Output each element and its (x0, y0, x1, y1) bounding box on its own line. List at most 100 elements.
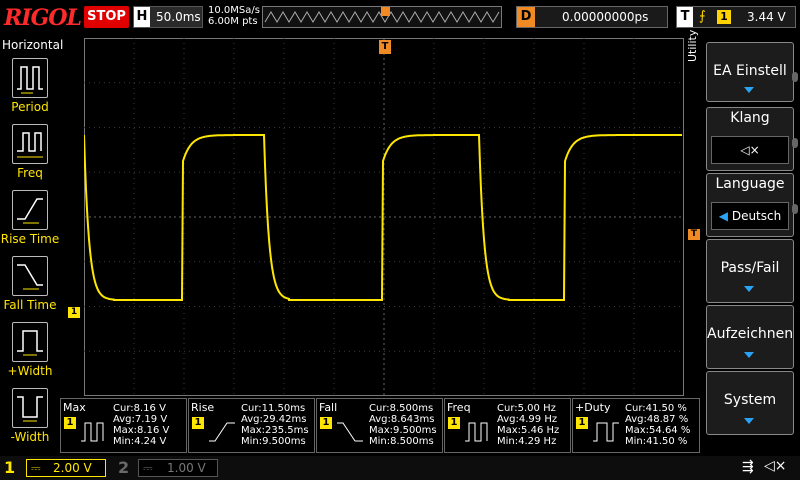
speaker-muted-icon: ◁× (764, 458, 787, 474)
system-button[interactable]: System (706, 371, 794, 435)
measurement-name: Freq (447, 401, 471, 414)
menu-side-label: Utility (686, 29, 699, 62)
measurement-values: Cur:11.50ms Avg:29.42ms Max:235.5ms Min:9.5… (241, 403, 309, 447)
dc-coupling-icon: ⎓ (31, 461, 41, 475)
measurement-max[interactable]: Max 1 Cur:8.16 V Avg:7.19 V Max:8.16 V Min:… (60, 398, 187, 453)
top-status-bar: RIGOL STOP H 50.0ms 10.0MSa/s 6.00M pts … (0, 0, 800, 36)
ch1-ground-marker[interactable]: 1 (68, 307, 80, 318)
timebase-value: 50.0ms (156, 10, 201, 24)
sample-rate: 10.0MSa/s (208, 5, 260, 16)
timebase-box[interactable]: H 50.0ms (133, 6, 203, 28)
softkey-indicator (792, 138, 798, 148)
pass-fail-button[interactable]: Pass/Fail (706, 239, 794, 303)
timebase-label: H (134, 7, 150, 27)
rise-time-icon (12, 190, 48, 230)
acquisition-info: 10.0MSa/s 6.00M pts (208, 5, 260, 27)
measurement-name: Rise (191, 401, 215, 414)
chevron-down-icon (744, 286, 754, 292)
rigol-logo: RIGOL (4, 5, 82, 31)
measure-label: Freq (17, 166, 43, 180)
menu-label: Aufzeichnen (707, 326, 794, 342)
softkey-indicator (792, 72, 798, 82)
channel-2-scale-box[interactable]: ⎓ 1.00 V (138, 459, 218, 477)
menu-label: EA Einstell (713, 63, 787, 79)
measurement-values: Cur:5.00 Hz Avg:4.99 Hz Max:5.46 Hz Min:4.2… (497, 403, 560, 447)
measurement-positive-duty[interactable]: +Duty 1 Cur:41.50 % Avg:48.87 % Max:54.64 … (572, 398, 700, 453)
channel-1-scale-box[interactable]: ⎓ 2.00 V (26, 459, 106, 477)
fall-time-icon (12, 256, 48, 296)
measure-period[interactable]: Period (0, 56, 60, 120)
chevron-down-icon (744, 352, 754, 358)
menu-label: Pass/Fail (720, 260, 780, 276)
delay-label: D (517, 7, 535, 27)
measurement-values: Cur:8.500ms Avg:8.643ms Max:9.500ms Min:8.5… (369, 403, 437, 447)
menu-label: System (723, 392, 777, 408)
frequency-icon (12, 124, 48, 164)
channel-1-number[interactable]: 1 (4, 458, 15, 477)
delay-box[interactable]: D 0.00000000ps (516, 6, 668, 28)
measure-label: Rise Time (0, 232, 60, 246)
measurement-name: +Duty (575, 401, 611, 414)
channel-2-number[interactable]: 2 (118, 458, 129, 477)
measurement-rise[interactable]: Rise 1 Cur:11.50ms Avg:29.42ms Max:235.5ms… (188, 398, 315, 453)
softkey-indicator (792, 204, 798, 214)
trigger-box[interactable]: T ⨍ 1 3.44 V (676, 6, 796, 28)
language-button[interactable]: Language ◀ Deutsch (706, 173, 794, 237)
chevron-left-icon: ◀ (718, 209, 728, 223)
klang-button[interactable]: Klang ◁× (706, 107, 794, 171)
menu-label: Language (715, 176, 785, 192)
measure-label: -Width (10, 430, 50, 444)
measurement-name: Max (63, 401, 86, 414)
measurement-channel: 1 (448, 417, 460, 429)
sidebar-title: Horizontal (2, 38, 64, 52)
waveform-display[interactable] (83, 38, 684, 396)
max-icon (81, 422, 104, 442)
menu-label: Klang (730, 110, 770, 126)
trigger-position-top-marker (381, 7, 390, 16)
delay-value: 0.00000000ps (562, 10, 649, 24)
trigger-channel: 1 (717, 10, 731, 24)
chevron-down-icon (744, 87, 754, 93)
trigger-position-marker[interactable]: T (379, 40, 391, 54)
ea-einstell-button[interactable]: EA Einstell (706, 42, 794, 102)
trigger-label: T (677, 7, 693, 27)
aufzeichnen-button[interactable]: Aufzeichnen (706, 305, 794, 369)
measure-fall-time[interactable]: Fall Time (0, 254, 60, 318)
measure-label: +Width (7, 364, 53, 378)
measurement-values: Cur:8.16 V Avg:7.19 V Max:8.16 V Min:4.24 V (113, 403, 170, 447)
measurement-channel: 1 (320, 417, 332, 429)
measure-negative-width[interactable]: -Width (0, 386, 60, 450)
measure-label: Fall Time (3, 298, 57, 312)
measurement-channel: 1 (576, 417, 588, 429)
speaker-muted-icon: ◁× (711, 136, 789, 164)
rise-time-icon (209, 422, 235, 442)
positive-width-icon (12, 322, 48, 362)
frequency-icon (465, 422, 488, 442)
channel-2-scale: 1.00 V (167, 461, 206, 475)
graticule (83, 38, 684, 396)
measure-sidebar: Horizontal Period Freq Rise Time Fall Ti… (0, 38, 64, 456)
measurement-frequency[interactable]: Freq 1 Cur:5.00 Hz Avg:4.99 Hz Max:5.46 Hz… (444, 398, 571, 453)
memory-depth: 6.00M pts (208, 16, 258, 27)
usb-icon: ⇶ (742, 459, 754, 475)
measure-label: Period (11, 100, 49, 114)
chevron-down-icon (744, 418, 754, 424)
measurement-name: Fall (319, 401, 338, 414)
fall-time-icon (337, 422, 363, 442)
measure-rise-time[interactable]: Rise Time (0, 188, 60, 252)
positive-duty-icon (593, 422, 619, 442)
measurement-channel: 1 (192, 417, 204, 429)
measurement-fall[interactable]: Fall 1 Cur:8.500ms Avg:8.643ms Max:9.500ms… (316, 398, 443, 453)
measurement-values: Cur:41.50 % Avg:48.87 % Max:54.64 % Min:41.… (625, 403, 691, 447)
run-stop-status[interactable]: STOP (84, 6, 129, 28)
channel-1-scale: 2.00 V (53, 461, 92, 475)
period-icon (12, 58, 48, 98)
dc-coupling-icon: ⎓ (143, 461, 153, 475)
measure-positive-width[interactable]: +Width (0, 320, 60, 384)
trigger-level: 3.44 V (747, 10, 786, 24)
measure-frequency[interactable]: Freq (0, 122, 60, 186)
trigger-level-marker[interactable]: T (688, 229, 700, 240)
rising-edge-icon: ⨍ (699, 9, 706, 24)
measurement-channel: 1 (64, 417, 76, 429)
language-value: ◀ Deutsch (711, 202, 789, 230)
